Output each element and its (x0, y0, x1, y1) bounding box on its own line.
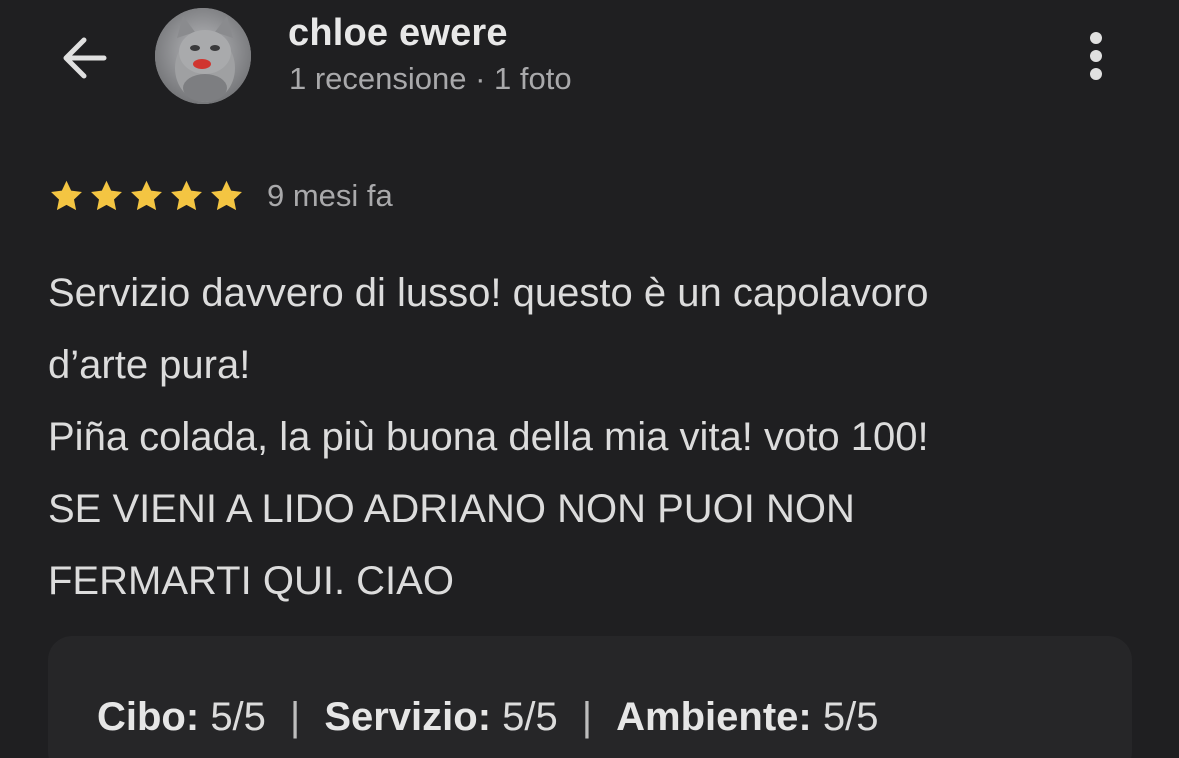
more-vertical-icon (1090, 32, 1102, 80)
star-icon (211, 180, 242, 211)
review-text-line: FERMARTI QUI. CIAO (48, 559, 454, 603)
review-text: Servizio davvero di lusso! questo è un c… (48, 257, 1158, 617)
review-text-line: d’arte pura! (48, 343, 251, 387)
arrow-left-icon (63, 37, 107, 79)
service-rating-label: Servizio: (324, 695, 492, 739)
avatar[interactable] (155, 8, 251, 104)
review-text-line: Piña colada, la più buona della mia vita… (48, 415, 929, 459)
review-date: 9 mesi fa (267, 178, 393, 213)
star-icon (171, 180, 202, 211)
star-rating (48, 178, 245, 214)
author-meta: 1 recensione · 1 foto (289, 61, 572, 96)
rating-row: 9 mesi fa (48, 174, 393, 218)
star-icon (131, 180, 162, 211)
atmosphere-rating-value: 5/5 (822, 695, 879, 739)
back-button[interactable] (56, 30, 112, 86)
author-name[interactable]: chloe ewere (288, 12, 508, 55)
more-options-button[interactable] (1072, 26, 1120, 86)
service-rating-value: 5/5 (502, 695, 558, 739)
star-icon (51, 180, 82, 211)
review-text-line: SE VIENI A LIDO ADRIANO NON PUOI NON (48, 487, 855, 531)
review-text-line: Servizio davvero di lusso! questo è un c… (48, 271, 929, 315)
star-icon (91, 180, 122, 211)
food-rating-label: Cibo: (97, 695, 200, 739)
food-rating-value: 5/5 (210, 695, 266, 739)
atmosphere-rating-label: Ambiente: (616, 695, 812, 739)
sub-ratings: Cibo: 5/5 | Servizio: 5/5 | Ambiente: 5/… (97, 695, 878, 740)
separator: | (581, 695, 593, 739)
cat-avatar-icon (155, 8, 251, 104)
separator: | (289, 695, 301, 739)
review-page: chloe ewere 1 recensione · 1 foto 9 mesi… (0, 0, 1179, 758)
